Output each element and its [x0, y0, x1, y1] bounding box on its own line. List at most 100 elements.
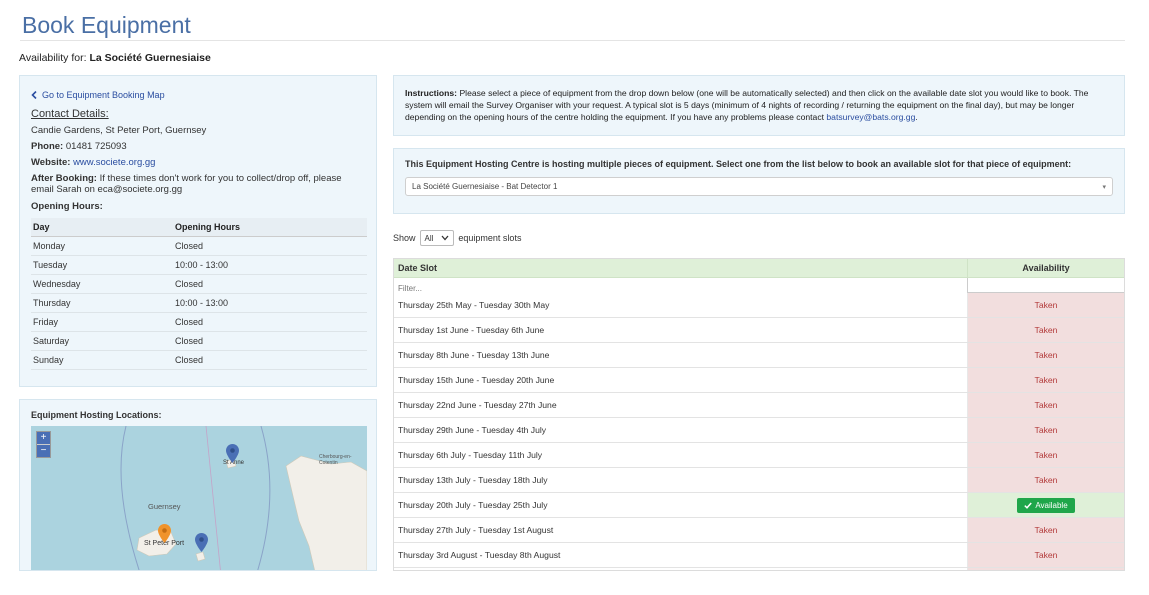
hours-row: Monday Closed [31, 236, 367, 256]
availability-line: Availability for: La Société Guernesiais… [19, 52, 211, 64]
hours-row: Saturday Closed [31, 331, 367, 351]
slot-rows: Thursday 25th May - Tuesday 30th May Take… [394, 293, 1124, 570]
filter-row [394, 278, 1124, 296]
header-availability[interactable]: Availability [968, 259, 1124, 277]
table-row: Thursday 10th August - Tuesday 15th Augu… [394, 568, 1124, 570]
date-slot-cell: Thursday 13th July - Tuesday 18th July [394, 468, 968, 492]
hours-day: Tuesday [31, 255, 173, 275]
date-slot-cell: Thursday 6th July - Tuesday 11th July [394, 443, 968, 467]
hours-time: Closed [173, 312, 367, 332]
contact-heading: Contact Details: [31, 108, 109, 120]
phone-value: 01481 725093 [65, 141, 127, 152]
website-link[interactable]: www.societe.org.gg [73, 157, 155, 168]
date-slot-cell: Thursday 10th August - Tuesday 15th Augu… [394, 568, 968, 570]
page-title: Book Equipment [22, 12, 191, 38]
page-length-control: Show All equipment slots [393, 230, 521, 246]
date-slot-cell: Thursday 27th July - Tuesday 1st August [394, 518, 968, 542]
availability-cell: Taken [968, 318, 1124, 342]
map-label-cherbourg: Cherbourg-en-Cotentin [319, 454, 352, 466]
table-row: Thursday 22nd June - Tuesday 27th June Ta… [394, 393, 1124, 418]
table-row: Thursday 25th May - Tuesday 30th May Take… [394, 293, 1124, 318]
equipment-panel: This Equipment Hosting Centre is hosting… [393, 148, 1125, 214]
date-slot-cell: Thursday 8th June - Tuesday 13th June [394, 343, 968, 367]
slots-table: Date Slot Availability Thursday 25th May… [393, 258, 1125, 571]
hours-row: Friday Closed [31, 312, 367, 332]
map-panel: Equipment Hosting Locations: + − Guernse… [19, 399, 377, 571]
instructions-end: . [915, 112, 918, 122]
hours-time: Closed [173, 350, 367, 370]
back-to-map-link[interactable]: Go to Equipment Booking Map [31, 90, 365, 100]
hours-row: Wednesday Closed [31, 274, 367, 294]
table-row: Thursday 3rd August - Tuesday 8th August… [394, 543, 1124, 568]
map-marker-blue-icon[interactable] [195, 533, 208, 552]
map-label-guernsey: Guernsey [148, 502, 181, 511]
availability-cell: Taken [968, 418, 1124, 442]
table-row[interactable]: Thursday 20th July - Tuesday 25th July Av… [394, 493, 1124, 518]
contact-panel: Go to Equipment Booking Map Contact Deta… [19, 75, 377, 387]
table-row: Thursday 29th June - Tuesday 4th July Tak… [394, 418, 1124, 443]
availability-cell: Taken [968, 393, 1124, 417]
zoom-out-button[interactable]: − [37, 445, 50, 457]
table-row: Thursday 1st June - Tuesday 6th June Take… [394, 318, 1124, 343]
available-label: Available [1035, 500, 1068, 510]
date-slot-cell: Thursday 22nd June - Tuesday 27th June [394, 393, 968, 417]
chevron-left-icon [31, 91, 37, 99]
date-slot-cell: Thursday 3rd August - Tuesday 8th August [394, 543, 968, 567]
availability-cell: Taken [968, 468, 1124, 492]
hours-row: Thursday 10:00 - 13:00 [31, 293, 367, 313]
hours-day: Friday [31, 312, 173, 332]
book-available-button[interactable]: Available [1017, 497, 1075, 513]
hours-time: Closed [173, 274, 367, 294]
equipment-select[interactable]: La Société Guernesiaise - Bat Detector 1… [405, 177, 1113, 196]
zoom-in-button[interactable]: + [37, 432, 50, 445]
support-email-link[interactable]: batsurvey@bats.org.gg [826, 112, 915, 122]
hours-time: Closed [173, 331, 367, 351]
after-booking-note: After Booking: If these times don't work… [31, 173, 365, 195]
opening-hours-table: Day Opening Hours Monday Closed Tuesday 10… [31, 218, 367, 370]
equipment-map[interactable]: + − Guernsey St Peter Port St Anne Cherb… [31, 426, 367, 570]
equipment-selected-value: La Société Guernesiaise - Bat Detector 1 [412, 182, 558, 191]
availability-cell: Taken [968, 543, 1124, 567]
hours-time: Closed [173, 236, 367, 256]
hours-day: Sunday [31, 350, 173, 370]
map-title: Equipment Hosting Locations: [31, 410, 162, 420]
contact-address: Candie Gardens, St Peter Port, Guernsey [31, 125, 207, 136]
hours-header-time: Opening Hours [173, 218, 367, 237]
date-slot-cell: Thursday 20th July - Tuesday 25th July [394, 493, 968, 517]
hours-day: Wednesday [31, 274, 173, 294]
instructions-panel: Instructions: Please select a piece of e… [393, 75, 1125, 136]
page-length-select[interactable]: All [419, 230, 455, 246]
after-booking-label: After Booking: [31, 173, 97, 184]
table-row: Thursday 27th July - Tuesday 1st August T… [394, 518, 1124, 543]
hours-day: Thursday [31, 293, 173, 313]
instructions-text: Please select a piece of equipment from … [405, 88, 1089, 122]
table-row: Thursday 6th July - Tuesday 11th July Tak… [394, 443, 1124, 468]
header-date-slot[interactable]: Date Slot [394, 259, 968, 277]
phone-label: Phone: [31, 141, 64, 152]
instructions-label: Instructions: [405, 88, 458, 98]
map-marker-blue-icon[interactable] [226, 444, 239, 463]
contact-website: Website: www.societe.org.gg [31, 157, 365, 168]
opening-hours-label: Opening Hours: [31, 201, 103, 212]
date-slot-cell: Thursday 15th June - Tuesday 20th June [394, 368, 968, 392]
table-row: Thursday 8th June - Tuesday 13th June Tak… [394, 343, 1124, 368]
availability-cell: Available [968, 493, 1124, 517]
hours-header-row: Day Opening Hours [31, 218, 367, 237]
table-row: Thursday 13th July - Tuesday 18th July Ta… [394, 468, 1124, 493]
table-row: Thursday 15th June - Tuesday 20th June Ta… [394, 368, 1124, 393]
slots-header-row: Date Slot Availability [394, 259, 1124, 278]
show-suffix: equipment slots [458, 233, 522, 243]
show-label: Show [393, 233, 416, 243]
chevron-down-icon: ▾ [1102, 183, 1106, 191]
availability-cell: Taken [968, 443, 1124, 467]
organisation-name: La Société Guernesiaise [89, 52, 211, 64]
availability-cell: Taken [968, 368, 1124, 392]
hours-time: 10:00 - 13:00 [173, 293, 367, 313]
date-slot-cell: Thursday 29th June - Tuesday 4th July [394, 418, 968, 442]
map-marker-orange-icon[interactable] [158, 524, 171, 543]
chevron-down-icon [441, 235, 449, 241]
hours-time: 10:00 - 13:00 [173, 255, 367, 275]
date-slot-cell: Thursday 1st June - Tuesday 6th June [394, 318, 968, 342]
zoom-control: + − [36, 431, 51, 458]
back-link-label: Go to Equipment Booking Map [42, 90, 165, 100]
